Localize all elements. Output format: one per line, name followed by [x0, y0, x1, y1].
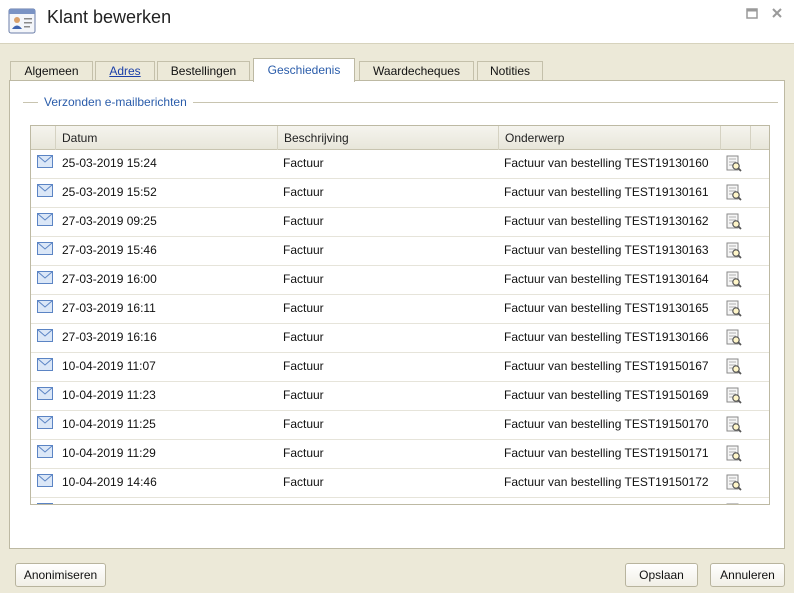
table-row[interactable]: 27-03-2019 16:00 Factuur Factuur van beste…: [31, 266, 769, 295]
view-document-icon[interactable]: [726, 387, 742, 404]
cell-onderwerp: Factuur van bestelling TEST19130166: [504, 330, 709, 344]
header-onderwerp[interactable]: Onderwerp: [499, 126, 721, 150]
cell-beschrijving: Factuur: [283, 301, 324, 315]
envelope-icon: [37, 503, 53, 504]
cancel-button[interactable]: Annuleren: [710, 563, 785, 587]
envelope-icon: [37, 329, 53, 342]
customer-card-icon: [8, 8, 36, 34]
envelope-icon: [37, 271, 53, 284]
email-history-grid: Datum Beschrijving Onderwerp 25-03-2019 …: [30, 125, 770, 505]
envelope-icon: [37, 155, 53, 168]
cell-datum: 27-03-2019 15:46: [62, 243, 157, 257]
view-document-icon[interactable]: [726, 474, 742, 491]
table-row-partial[interactable]: [31, 498, 769, 505]
cell-onderwerp: Factuur van bestelling TEST19150167: [504, 359, 709, 373]
tab-geschiedenis[interactable]: Geschiedenis: [253, 58, 355, 82]
section-legend: Verzonden e-mailberichten: [38, 95, 193, 109]
view-document-icon[interactable]: [726, 445, 742, 462]
table-row[interactable]: 27-03-2019 16:11 Factuur Factuur van beste…: [31, 295, 769, 324]
cell-datum: 27-03-2019 16:16: [62, 330, 157, 344]
cell-datum: 27-03-2019 09:25: [62, 214, 157, 228]
table-row[interactable]: 27-03-2019 15:46 Factuur Factuur van beste…: [31, 237, 769, 266]
envelope-icon: [37, 184, 53, 197]
envelope-icon: [37, 416, 53, 429]
cell-beschrijving: Factuur: [283, 475, 324, 489]
cell-datum: 25-03-2019 15:52: [62, 185, 157, 199]
tab-algemeen[interactable]: Algemeen: [10, 61, 93, 81]
table-row[interactable]: 25-03-2019 15:52 Factuur Factuur van beste…: [31, 179, 769, 208]
envelope-icon: [37, 387, 53, 400]
table-row[interactable]: 25-03-2019 15:24 Factuur Factuur van beste…: [31, 150, 769, 179]
cell-onderwerp: Factuur van bestelling TEST19130165: [504, 301, 709, 315]
window-title: Klant bewerken: [47, 7, 172, 27]
cell-datum: 10-04-2019 14:46: [62, 475, 157, 489]
envelope-icon: [37, 300, 53, 313]
view-document-icon[interactable]: [726, 329, 742, 346]
view-document-icon[interactable]: [726, 155, 742, 172]
maximize-icon[interactable]: [745, 6, 759, 20]
cell-onderwerp: Factuur van bestelling TEST19150171: [504, 446, 709, 460]
table-row[interactable]: 10-04-2019 11:23 Factuur Factuur van beste…: [31, 382, 769, 411]
cell-datum: 10-04-2019 11:25: [62, 417, 156, 431]
cell-beschrijving: Factuur: [283, 388, 324, 402]
view-document-icon[interactable]: [726, 242, 742, 259]
cell-datum: 10-04-2019 11:07: [62, 359, 156, 373]
view-document-icon[interactable]: [726, 503, 742, 505]
cell-datum: 27-03-2019 16:00: [62, 272, 157, 286]
view-document-icon[interactable]: [726, 358, 742, 375]
cell-beschrijving: Factuur: [283, 243, 324, 257]
view-document-icon[interactable]: [726, 416, 742, 433]
table-row[interactable]: 27-03-2019 16:16 Factuur Factuur van beste…: [31, 324, 769, 353]
cell-onderwerp: Factuur van bestelling TEST19150172: [504, 475, 709, 489]
tab-notities[interactable]: Notities: [477, 61, 543, 81]
header-action-column: [721, 126, 751, 150]
cell-datum: 25-03-2019 15:24: [62, 156, 157, 170]
cell-beschrijving: Factuur: [283, 185, 324, 199]
save-button[interactable]: Opslaan: [625, 563, 698, 587]
cell-onderwerp: Factuur van bestelling TEST19130161: [504, 185, 709, 199]
envelope-icon: [37, 242, 53, 255]
table-row[interactable]: 10-04-2019 14:46 Factuur Factuur van beste…: [31, 469, 769, 498]
grid-header: Datum Beschrijving Onderwerp: [31, 126, 769, 150]
cell-onderwerp: Factuur van bestelling TEST19130160: [504, 156, 709, 170]
table-row[interactable]: 27-03-2019 09:25 Factuur Factuur van beste…: [31, 208, 769, 237]
envelope-icon: [37, 474, 53, 487]
view-document-icon[interactable]: [726, 184, 742, 201]
cell-onderwerp: Factuur van bestelling TEST19150169: [504, 388, 709, 402]
header-scroll-spacer: [751, 126, 769, 150]
cell-datum: 27-03-2019 16:11: [62, 301, 156, 315]
table-row[interactable]: 10-04-2019 11:25 Factuur Factuur van beste…: [31, 411, 769, 440]
cell-beschrijving: Factuur: [283, 272, 324, 286]
anonymize-button[interactable]: Anonimiseren: [15, 563, 106, 587]
cell-onderwerp: Factuur van bestelling TEST19150170: [504, 417, 709, 431]
header-beschrijving[interactable]: Beschrijving: [278, 126, 499, 150]
cell-datum: 10-04-2019 11:23: [62, 388, 156, 402]
cell-beschrijving: Factuur: [283, 330, 324, 344]
table-row[interactable]: 10-04-2019 11:07 Factuur Factuur van beste…: [31, 353, 769, 382]
cell-onderwerp: Factuur van bestelling TEST19130162: [504, 214, 709, 228]
cell-onderwerp: Factuur van bestelling TEST19130164: [504, 272, 709, 286]
envelope-icon: [37, 213, 53, 226]
grid-body[interactable]: 25-03-2019 15:24 Factuur Factuur van beste…: [31, 150, 769, 505]
header-icon-column: [31, 126, 56, 150]
envelope-icon: [37, 358, 53, 371]
cell-beschrijving: Factuur: [283, 417, 324, 431]
cell-beschrijving: Factuur: [283, 156, 324, 170]
view-document-icon[interactable]: [726, 213, 742, 230]
cell-beschrijving: Factuur: [283, 214, 324, 228]
tab-bestellingen[interactable]: Bestellingen: [157, 61, 250, 81]
view-document-icon[interactable]: [726, 300, 742, 317]
envelope-icon: [37, 445, 53, 458]
table-row[interactable]: 10-04-2019 11:29 Factuur Factuur van beste…: [31, 440, 769, 469]
view-document-icon[interactable]: [726, 271, 742, 288]
tab-adres[interactable]: Adres: [95, 61, 155, 81]
cell-beschrijving: Factuur: [283, 446, 324, 460]
cell-datum: 10-04-2019 11:29: [62, 446, 156, 460]
header-datum[interactable]: Datum: [56, 126, 278, 150]
tab-waardecheques[interactable]: Waardecheques: [359, 61, 474, 81]
close-icon[interactable]: [770, 6, 784, 20]
window-titlebar: Klant bewerken: [0, 0, 794, 44]
cell-beschrijving: Factuur: [283, 359, 324, 373]
cell-onderwerp: Factuur van bestelling TEST19130163: [504, 243, 709, 257]
